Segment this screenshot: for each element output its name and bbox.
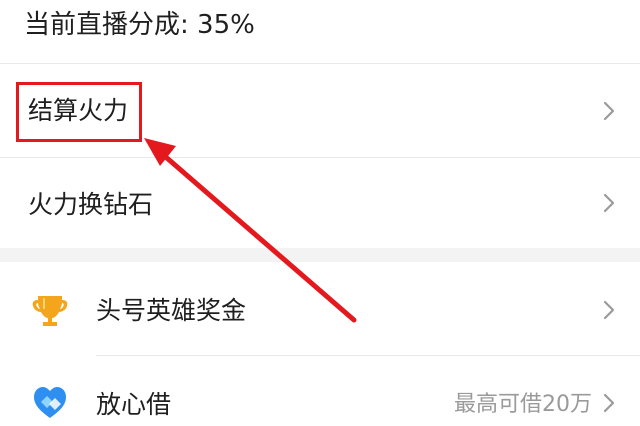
commission-row: 当前直播分成: 35% bbox=[0, 0, 640, 62]
fangxin-loan-label: 放心借 bbox=[96, 390, 172, 419]
hero-bonus-row[interactable]: 头号英雄奖金 bbox=[0, 262, 640, 356]
fangxin-loan-row[interactable]: 放心借 最高可借20万 bbox=[0, 356, 640, 426]
highlight-box bbox=[16, 82, 142, 142]
chevron-right-icon bbox=[602, 392, 616, 414]
chevron-right-icon bbox=[602, 192, 616, 214]
hero-bonus-label: 头号英雄奖金 bbox=[96, 296, 247, 325]
firepower-to-diamond-label: 火力换钻石 bbox=[28, 190, 154, 219]
live-settings-screen: 当前直播分成: 35% 结算火力 火力换钻石 头号英雄奖金 放心借 最高可借20… bbox=[0, 0, 640, 426]
chevron-right-icon bbox=[602, 100, 616, 122]
fangxin-loan-value: 最高可借20万 bbox=[454, 392, 592, 417]
commission-text: 当前直播分成: 35% bbox=[24, 10, 255, 40]
firepower-to-diamond-row[interactable]: 火力换钻石 bbox=[0, 158, 640, 248]
trophy-icon bbox=[30, 290, 70, 330]
section-gap bbox=[0, 248, 640, 262]
chevron-right-icon bbox=[602, 299, 616, 321]
loan-icon bbox=[30, 382, 70, 422]
